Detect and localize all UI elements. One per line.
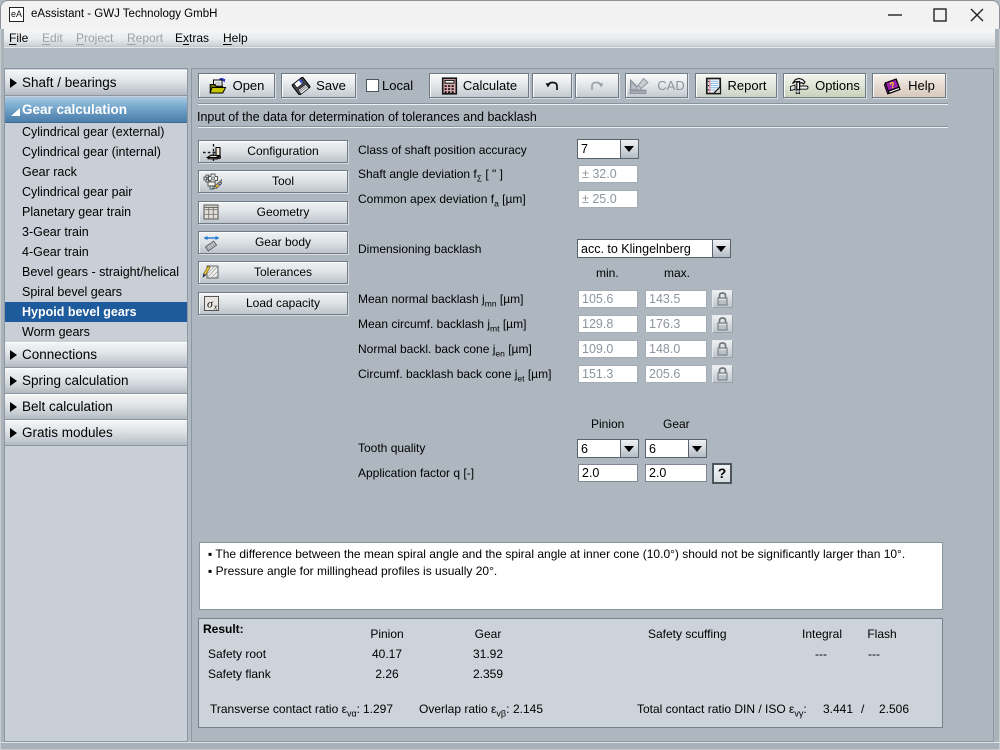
svg-text:x: x	[213, 303, 218, 312]
